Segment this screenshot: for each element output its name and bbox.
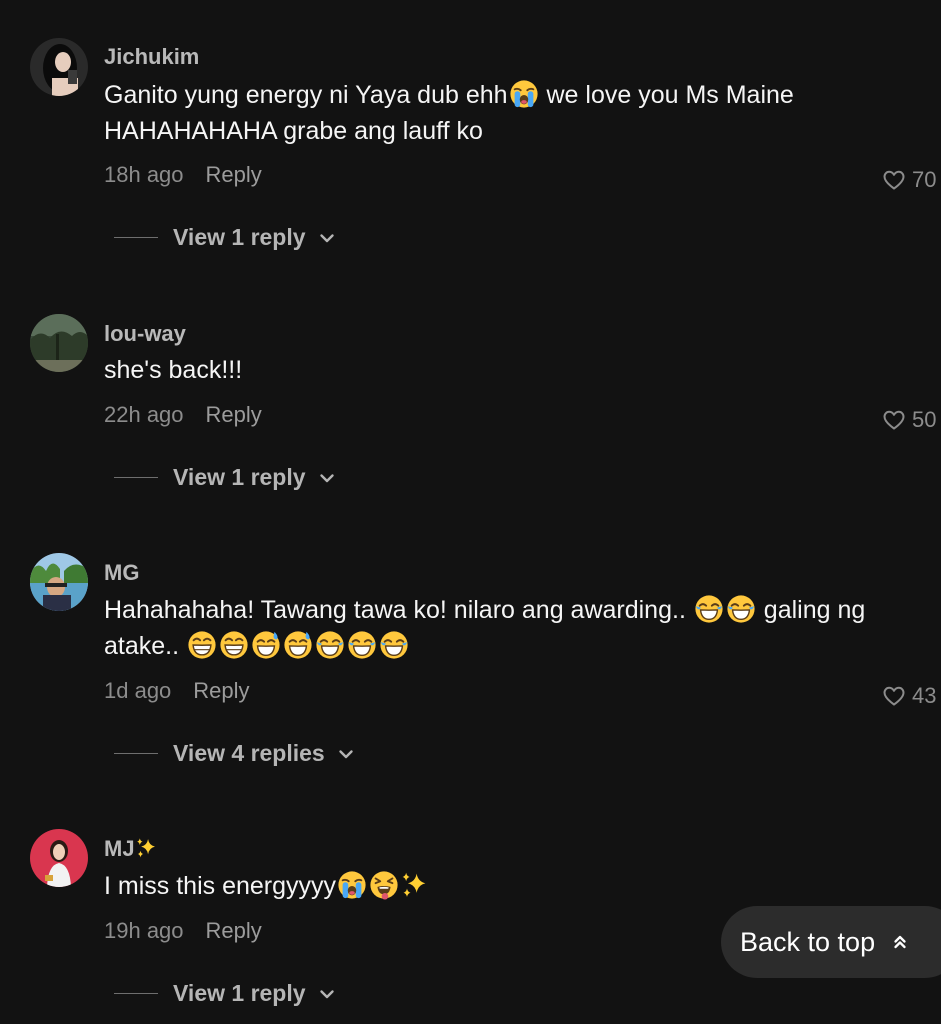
comment-username[interactable]: Jichukim bbox=[104, 44, 199, 70]
comment-meta: 19h ago Reply bbox=[104, 918, 262, 944]
tears-of-joy-emoji-icon bbox=[315, 630, 345, 660]
like-count: 70 bbox=[912, 167, 937, 192]
chevron-down-icon bbox=[337, 745, 355, 763]
heart-outline-icon bbox=[882, 684, 906, 708]
view-replies-label: View 1 reply bbox=[173, 980, 306, 1006]
loudly-crying-emoji-icon bbox=[509, 79, 539, 109]
comment-item: lou-way she's back!!! 22h ago Reply 50 Vi… bbox=[0, 290, 941, 540]
heart-outline-icon bbox=[882, 408, 906, 432]
comment-meta: 18h ago Reply bbox=[104, 162, 262, 188]
chevron-down-icon bbox=[318, 469, 336, 487]
tears-of-joy-emoji-icon bbox=[347, 630, 377, 660]
double-chevron-up-icon bbox=[894, 935, 906, 949]
like-count: 50 bbox=[912, 407, 937, 432]
comment-text-part: Hahahahaha! Tawang tawa ko! nilaro ang a… bbox=[104, 596, 693, 624]
like-button[interactable]: 70 bbox=[882, 167, 936, 193]
view-replies-label: View 1 reply bbox=[173, 464, 306, 490]
comment-text-part: I miss this energyyyy bbox=[104, 872, 337, 900]
avatar[interactable] bbox=[30, 829, 88, 887]
avatar[interactable] bbox=[30, 553, 88, 611]
sparkles-emoji-icon bbox=[400, 871, 428, 899]
back-to-top-button[interactable]: Back to top bbox=[721, 906, 941, 978]
view-replies-button[interactable]: View 1 reply bbox=[114, 980, 336, 1007]
comment-item: Jichukim Ganito yung energy ni Yaya dub … bbox=[0, 0, 941, 290]
tears-of-joy-emoji-icon bbox=[726, 594, 756, 624]
comment-item: MG Hahahahaha! Tawang tawa ko! nilaro an… bbox=[0, 540, 941, 810]
comment-time: 1d ago bbox=[104, 678, 172, 703]
loudly-crying-emoji-icon bbox=[337, 870, 367, 900]
view-replies-button[interactable]: View 1 reply bbox=[114, 464, 336, 491]
view-replies-button[interactable]: View 4 replies bbox=[114, 740, 355, 767]
comment-time: 18h ago bbox=[104, 162, 184, 187]
divider bbox=[114, 753, 158, 754]
tears-of-joy-emoji-icon bbox=[379, 630, 409, 660]
back-to-top-label: Back to top bbox=[740, 926, 876, 957]
chevron-down-icon bbox=[318, 229, 336, 247]
comment-text: I miss this energyyyy bbox=[104, 868, 884, 904]
divider bbox=[114, 993, 158, 994]
tears-of-joy-emoji-icon bbox=[694, 594, 724, 624]
like-button[interactable]: 43 bbox=[882, 683, 936, 709]
reply-button[interactable]: Reply bbox=[206, 402, 262, 427]
comment-text: Ganito yung energy ni Yaya dub ehh we lo… bbox=[104, 77, 884, 149]
sparkles-emoji-icon bbox=[135, 837, 157, 859]
comment-time: 19h ago bbox=[104, 918, 184, 943]
view-replies-button[interactable]: View 1 reply bbox=[114, 224, 336, 251]
like-button[interactable]: 50 bbox=[882, 407, 936, 433]
avatar[interactable] bbox=[30, 38, 88, 96]
reply-button[interactable]: Reply bbox=[206, 162, 262, 187]
divider bbox=[114, 237, 158, 238]
reply-button[interactable]: Reply bbox=[206, 918, 262, 943]
comment-text-part: Ganito yung energy ni Yaya dub ehh bbox=[104, 81, 508, 109]
like-count: 43 bbox=[912, 683, 937, 708]
username-text: MJ bbox=[104, 836, 135, 861]
view-replies-label: View 1 reply bbox=[173, 224, 306, 250]
comment-time: 22h ago bbox=[104, 402, 184, 427]
chevron-down-icon bbox=[318, 985, 336, 1003]
heart-outline-icon bbox=[882, 168, 906, 192]
comment-username[interactable]: lou-way bbox=[104, 321, 186, 347]
grinning-sweat-emoji-icon bbox=[283, 630, 313, 660]
grinning-squinting-emoji-icon bbox=[187, 630, 217, 660]
grinning-sweat-emoji-icon bbox=[251, 630, 281, 660]
comment-meta: 1d ago Reply bbox=[104, 678, 250, 704]
divider bbox=[114, 477, 158, 478]
view-replies-label: View 4 replies bbox=[173, 740, 325, 766]
comment-username[interactable]: MJ bbox=[104, 836, 157, 862]
weary-face-emoji-icon bbox=[369, 870, 399, 900]
comment-text: Hahahahaha! Tawang tawa ko! nilaro ang a… bbox=[104, 592, 884, 664]
avatar[interactable] bbox=[30, 314, 88, 372]
comment-text: she's back!!! bbox=[104, 356, 243, 384]
reply-button[interactable]: Reply bbox=[193, 678, 249, 703]
comment-meta: 22h ago Reply bbox=[104, 402, 262, 428]
comment-username[interactable]: MG bbox=[104, 560, 139, 586]
grinning-squinting-emoji-icon bbox=[219, 630, 249, 660]
